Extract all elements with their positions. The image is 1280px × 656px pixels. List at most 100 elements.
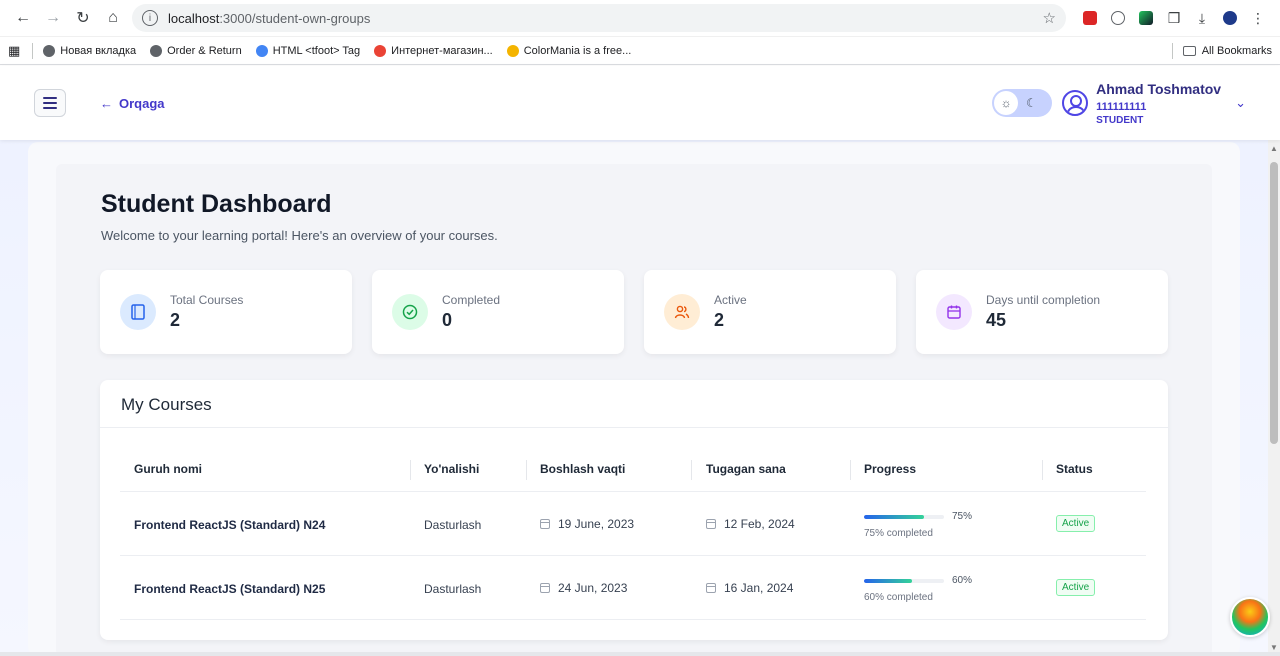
- start-date-text: 19 June, 2023: [558, 517, 635, 531]
- calendar-icon: [540, 519, 550, 529]
- bookmarks-divider: [32, 42, 34, 59]
- course-direction: Dasturlash: [424, 582, 482, 596]
- arrow-left-icon: ←: [100, 95, 113, 111]
- table-row-divider: [120, 555, 1146, 556]
- progress-caption: 75% completed: [864, 528, 933, 539]
- column-header-progress[interactable]: Progress: [864, 462, 916, 476]
- bookmark-label: Новая вкладка: [60, 44, 137, 57]
- back-link[interactable]: ← Orqaga: [100, 96, 165, 111]
- stat-value: 2: [170, 310, 181, 330]
- scroll-up-icon[interactable]: ▲: [1270, 144, 1278, 153]
- progress-percent: 75%: [952, 511, 973, 522]
- page-subtitle: Welcome to your learning portal! Here's …: [101, 228, 498, 243]
- course-end-date: 12 Feb, 2024: [706, 517, 795, 531]
- bookmark-label: HTML <tfoot> Tag: [272, 44, 361, 57]
- stat-label: Active: [714, 293, 747, 307]
- course-name[interactable]: Frontend ReactJS (Standard) N25: [134, 582, 325, 596]
- app-header: ← Orqaga ☼ ☾ Ahmad Toshmatov 111111111 S…: [0, 66, 1280, 140]
- card-divider: [100, 427, 1168, 428]
- column-header-start[interactable]: Boshlash vaqti: [540, 462, 625, 476]
- chevron-down-icon[interactable]: ⌄: [1235, 95, 1246, 111]
- book-icon: [120, 294, 156, 330]
- course-direction: Dasturlash: [424, 518, 482, 532]
- start-date-text: 24 Jun, 2023: [558, 581, 628, 595]
- profile-icon[interactable]: [1216, 4, 1244, 32]
- progress-bar: [864, 579, 944, 583]
- extension-red-icon[interactable]: [1076, 4, 1104, 32]
- column-header-status[interactable]: Status: [1056, 462, 1093, 476]
- stat-card-active: Active 2: [644, 270, 896, 354]
- column-separator: [850, 460, 851, 480]
- course-name[interactable]: Frontend ReactJS (Standard) N24: [134, 518, 325, 532]
- stat-value: 0: [442, 310, 453, 330]
- table-row-divider: [120, 491, 1146, 492]
- user-name: Ahmad Toshmatov: [1096, 80, 1222, 97]
- reload-icon[interactable]: ↻: [68, 3, 98, 33]
- stat-card-days-left: Days until completion 45: [916, 270, 1168, 354]
- sun-icon: ☼: [994, 91, 1019, 115]
- stat-value: 2: [714, 310, 725, 330]
- theme-toggle[interactable]: ☼ ☾: [992, 89, 1053, 117]
- user-info[interactable]: Ahmad Toshmatov 111111111 STUDENT: [1096, 81, 1221, 126]
- bookmark-item[interactable]: ColorMania is a free...: [506, 44, 631, 57]
- apps-grid-icon[interactable]: ▦: [8, 43, 20, 59]
- calendar-icon: [706, 519, 716, 529]
- progress-fill: [864, 579, 912, 583]
- bookmark-star-icon[interactable]: ☆: [1043, 9, 1056, 27]
- floating-chat-avatar[interactable]: [1230, 597, 1270, 637]
- column-separator: [410, 460, 411, 480]
- address-bar[interactable]: i localhost:3000/student-own-groups ☆: [132, 4, 1066, 32]
- extension-color-icon[interactable]: [1132, 4, 1160, 32]
- my-courses-card: My Courses Guruh nomi Yo'nalishi Boshlas…: [100, 380, 1168, 640]
- column-header-direction[interactable]: Yo'nalishi: [424, 462, 479, 476]
- all-bookmarks-button[interactable]: All Bookmarks: [1166, 42, 1272, 59]
- header-right: ☼ ☾ Ahmad Toshmatov 111111111 STUDENT ⌄: [992, 81, 1246, 126]
- bookmark-label: Order & Return: [167, 44, 242, 57]
- user-role: STUDENT: [1096, 114, 1144, 126]
- page-title: Student Dashboard: [101, 190, 332, 218]
- back-arrow-icon[interactable]: ←: [8, 3, 38, 33]
- scrollbar-thumb[interactable]: [1270, 162, 1278, 444]
- calendar-icon: [540, 583, 550, 593]
- scroll-down-icon[interactable]: ▼: [1270, 643, 1278, 652]
- column-separator: [691, 460, 692, 480]
- page-scrollbar[interactable]: ▲ ▼: [1268, 140, 1280, 656]
- end-date-text: 16 Jan, 2024: [724, 581, 794, 595]
- bookmark-item[interactable]: Новая вкладка: [43, 44, 137, 57]
- column-header-name[interactable]: Guruh nomi: [134, 462, 202, 476]
- stat-label: Days until completion: [986, 293, 1101, 307]
- progress-percent: 60%: [952, 575, 973, 586]
- bookmarks-bar: ▦ Новая вкладка Order & Return HTML <tfo…: [0, 37, 1280, 65]
- bookmark-item[interactable]: Order & Return: [150, 44, 242, 57]
- stat-value: 45: [986, 310, 1007, 330]
- browser-menu-icon[interactable]: ⋮: [1244, 4, 1272, 32]
- bookmarks-divider: [1171, 42, 1173, 59]
- bookmark-item[interactable]: HTML <tfoot> Tag: [255, 44, 361, 57]
- stat-label: Completed: [442, 293, 501, 307]
- bookmark-item[interactable]: Интернет-магазин...: [374, 44, 493, 57]
- stat-card-total-courses: Total Courses 2: [100, 270, 352, 354]
- extensions-puzzle-icon[interactable]: ❒: [1160, 4, 1188, 32]
- calendar-icon: [936, 294, 972, 330]
- site-info-icon[interactable]: i: [142, 10, 158, 26]
- hamburger-menu-button[interactable]: [34, 89, 66, 117]
- bookmark-label: Интернет-магазин...: [391, 44, 493, 57]
- extension-circle-icon[interactable]: [1104, 4, 1132, 32]
- status-badge: Active: [1056, 515, 1096, 532]
- moon-icon: ☾: [1026, 96, 1037, 110]
- calendar-icon: [706, 583, 716, 593]
- all-bookmarks-label: All Bookmarks: [1201, 44, 1272, 57]
- courses-title: My Courses: [121, 395, 212, 414]
- user-avatar-icon[interactable]: [1062, 90, 1089, 116]
- progress-bar: [864, 515, 944, 519]
- url-path: :3000/student-own-groups: [219, 10, 371, 26]
- check-circle-icon: [392, 294, 428, 330]
- status-badge: Active: [1056, 579, 1096, 596]
- home-icon[interactable]: ⌂: [98, 3, 128, 33]
- table-row-divider: [120, 619, 1146, 620]
- folder-icon: [1182, 45, 1196, 56]
- os-taskbar: [0, 652, 1280, 656]
- download-icon[interactable]: ⤓: [1188, 4, 1216, 32]
- forward-arrow-icon[interactable]: →: [38, 3, 68, 33]
- column-header-end[interactable]: Tugagan sana: [706, 462, 786, 476]
